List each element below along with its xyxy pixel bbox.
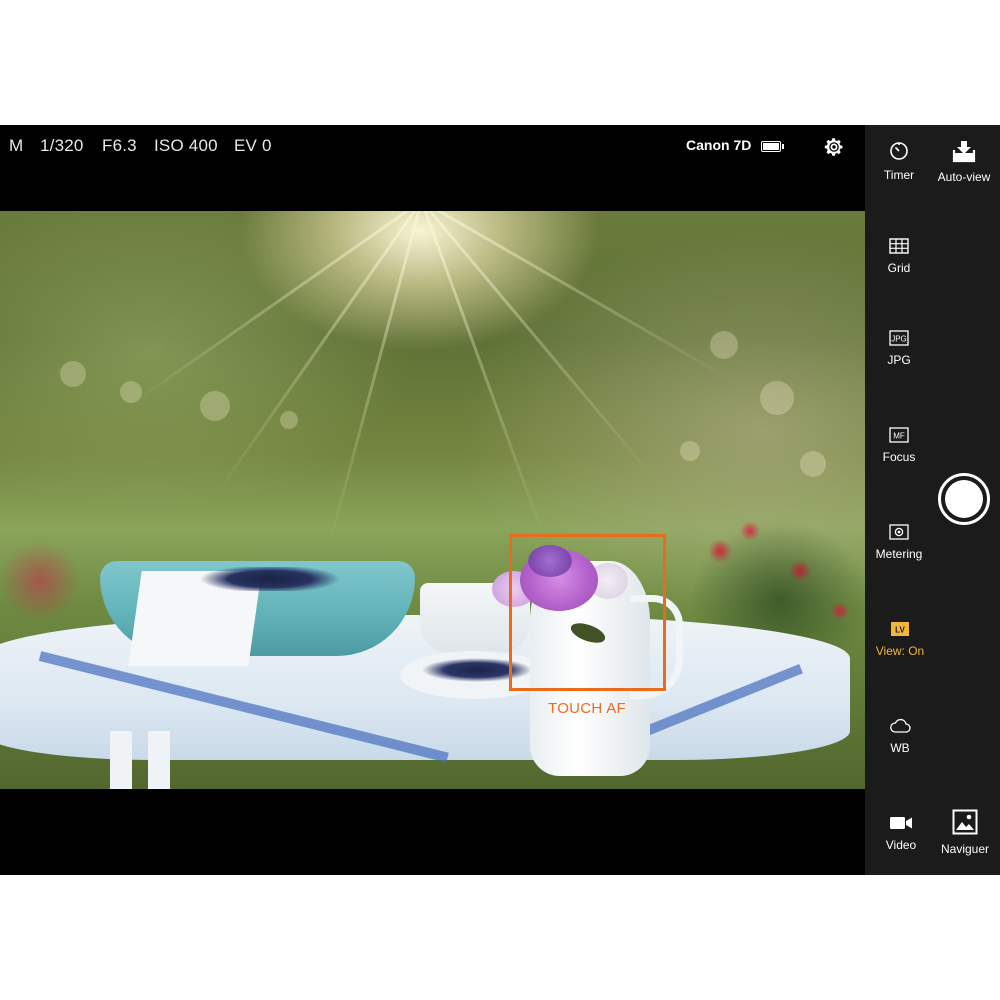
grid-label: Grid xyxy=(887,261,911,275)
browse-label: Naviguer xyxy=(940,842,990,856)
bottom-bar xyxy=(0,789,865,875)
focus-button[interactable]: MF Focus xyxy=(866,427,932,464)
autoview-label: Auto-view xyxy=(937,170,991,184)
wb-button[interactable]: WB xyxy=(867,718,933,755)
focus-label: Focus xyxy=(882,450,916,464)
exposure-compensation[interactable]: EV 0 xyxy=(234,136,272,156)
autoview-button[interactable]: Auto-view xyxy=(931,139,997,184)
view-on-label: View: On xyxy=(875,644,925,658)
cloud-icon xyxy=(890,718,911,733)
svg-text:MF: MF xyxy=(893,432,905,441)
camera-app: M 1/320 F6.3 ISO 400 EV 0 Canon 7D TOUCH… xyxy=(0,125,1000,875)
video-camera-icon xyxy=(890,817,912,829)
gear-icon[interactable] xyxy=(822,135,846,159)
live-view[interactable]: TOUCH AF xyxy=(0,211,865,789)
aperture[interactable]: F6.3 xyxy=(102,136,137,156)
jpg-icon: JPG xyxy=(889,330,909,346)
touch-af-frame[interactable] xyxy=(509,534,666,691)
manual-focus-icon: MF xyxy=(889,427,909,443)
svg-text:LV: LV xyxy=(895,626,905,635)
timer-icon xyxy=(890,142,908,160)
iso[interactable]: ISO 400 xyxy=(154,136,218,156)
timer-label: Timer xyxy=(883,168,915,182)
battery-icon xyxy=(761,141,784,152)
svg-text:JPG: JPG xyxy=(891,335,907,344)
shutter-button[interactable] xyxy=(938,473,990,525)
browse-button[interactable]: Naviguer xyxy=(932,809,998,856)
download-tray-icon xyxy=(952,141,976,163)
timer-button[interactable]: Timer xyxy=(866,141,932,182)
camera-model: Canon 7D xyxy=(686,137,752,153)
image-gallery-icon xyxy=(952,809,978,835)
metering-label: Metering xyxy=(875,547,923,561)
video-button[interactable]: Video xyxy=(868,815,934,852)
video-label: Video xyxy=(885,838,917,852)
wb-label: WB xyxy=(890,741,910,755)
status-bar: M 1/320 F6.3 ISO 400 EV 0 Canon 7D xyxy=(0,125,865,211)
touch-af-label: TOUCH AF xyxy=(548,700,626,717)
shutter-speed[interactable]: 1/320 xyxy=(40,136,84,156)
liveview-icon: LV xyxy=(891,622,909,636)
grid-icon xyxy=(889,238,909,254)
shooting-mode[interactable]: M xyxy=(9,136,23,156)
liveview-toggle[interactable]: LV View: On xyxy=(867,621,933,658)
grid-button[interactable]: Grid xyxy=(866,238,932,275)
metering-icon xyxy=(889,524,909,540)
metering-button[interactable]: Metering xyxy=(866,524,932,561)
jpg-button[interactable]: JPG JPG xyxy=(866,330,932,367)
jpg-label: JPG xyxy=(887,353,911,367)
